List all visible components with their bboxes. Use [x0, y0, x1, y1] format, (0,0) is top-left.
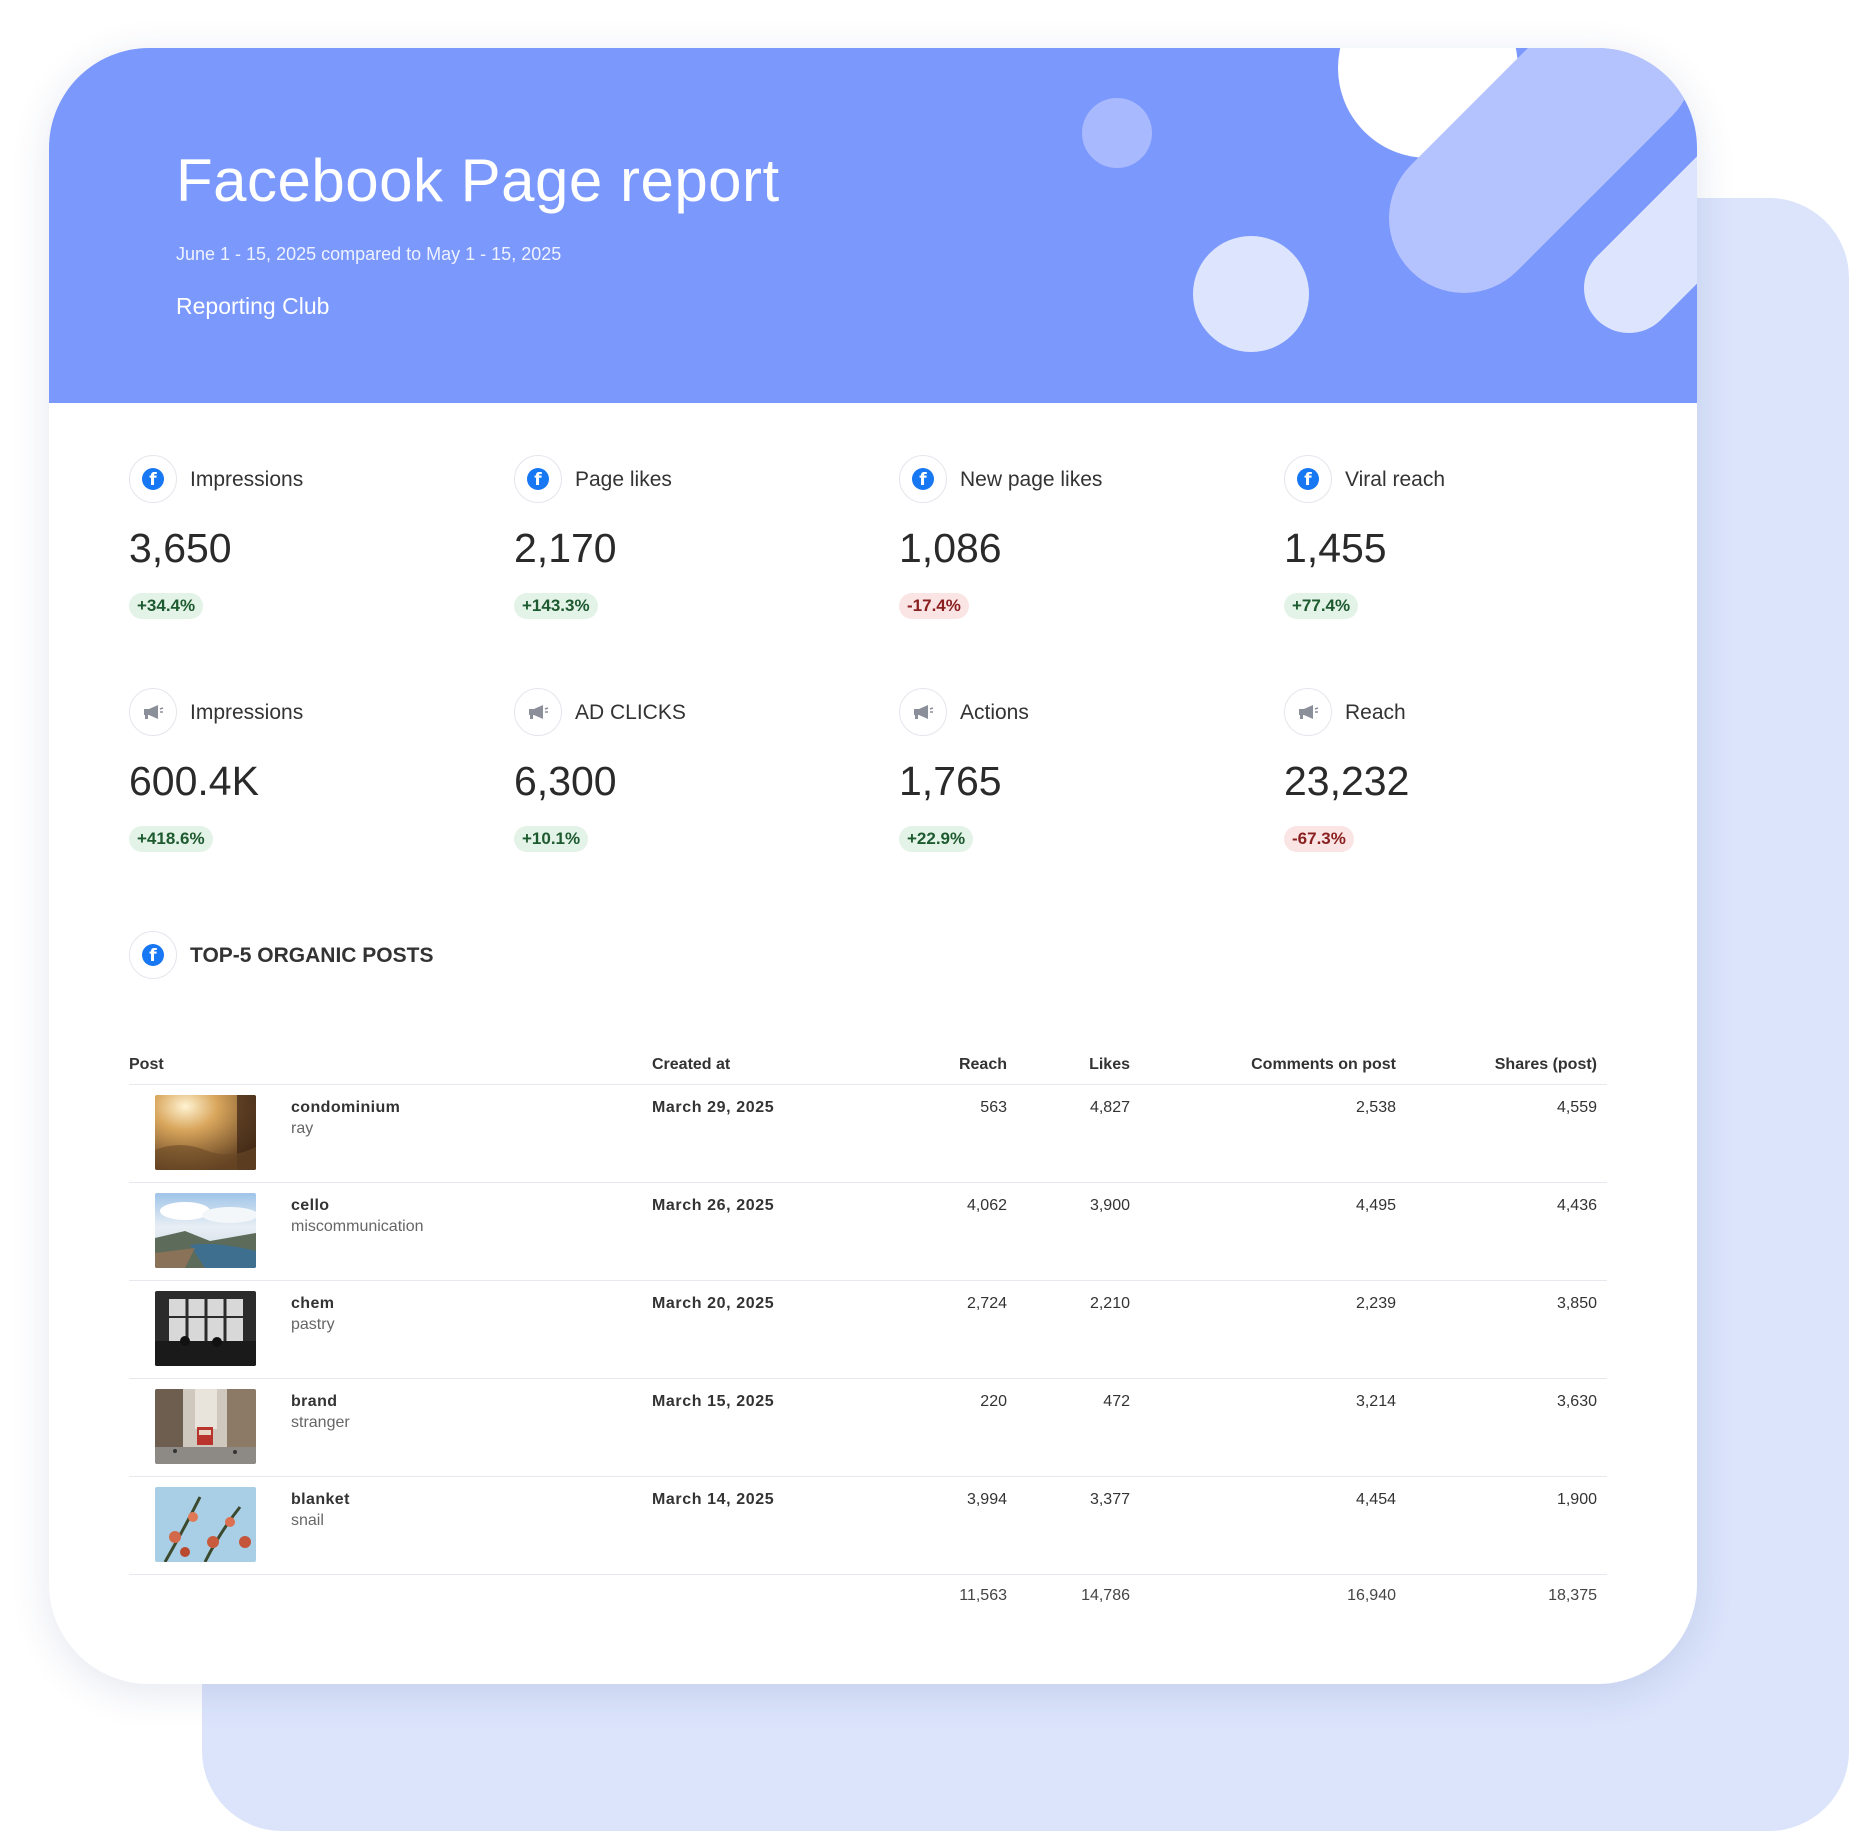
metric-change-badge: -17.4% [899, 593, 969, 619]
post-shares: 3,850 [1556, 1295, 1597, 1312]
post-comments: 2,538 [1355, 1099, 1396, 1116]
post-shares: 4,559 [1556, 1099, 1597, 1116]
table-totals-row: 11,563 14,786 16,940 18,375 [129, 1575, 1607, 1615]
total-comments: 16,940 [1347, 1587, 1396, 1604]
post-created-date: March 15, 2025 [652, 1393, 775, 1410]
facebook-icon: f [129, 931, 177, 979]
post-title: cello [291, 1197, 330, 1214]
post-reach: 3,994 [966, 1491, 1007, 1508]
post-subtitle: miscommunication [291, 1218, 424, 1235]
post-thumbnail[interactable] [155, 1193, 256, 1268]
metric-value: 600.4K [129, 758, 259, 804]
facebook-icon: f [899, 455, 947, 503]
metric-value: 2,170 [514, 525, 617, 571]
post-reach: 220 [980, 1393, 1007, 1410]
megaphone-icon [129, 688, 177, 736]
post-comments: 3,214 [1355, 1393, 1396, 1410]
megaphone-icon [899, 688, 947, 736]
report-title: Facebook Page report [176, 147, 780, 214]
metric-value: 23,232 [1284, 758, 1410, 804]
metric-change-badge: -67.3% [1284, 826, 1354, 852]
table-row[interactable]: condominium ray March 29, 2025 563 4,827… [129, 1085, 1607, 1183]
metric-label: Impressions [190, 701, 304, 724]
post-thumbnail[interactable] [155, 1487, 256, 1562]
post-comments: 4,454 [1355, 1491, 1396, 1508]
post-comments: 2,239 [1355, 1295, 1396, 1312]
metric-change-badge: +143.3% [514, 593, 598, 619]
post-title: chem [291, 1295, 335, 1312]
total-reach: 11,563 [959, 1587, 1007, 1604]
post-shares: 4,436 [1556, 1197, 1597, 1214]
column-header-comments: Comments on post [1251, 1056, 1396, 1073]
metric-label: New page likes [960, 468, 1103, 491]
metric-label: Actions [960, 701, 1029, 724]
post-title: brand [291, 1393, 338, 1410]
megaphone-icon [1284, 688, 1332, 736]
metric-value: 6,300 [514, 758, 617, 804]
metric-label: AD CLICKS [575, 701, 686, 724]
post-reach: 563 [980, 1099, 1007, 1116]
post-likes: 3,377 [1089, 1491, 1130, 1508]
column-header-likes: Likes [1089, 1056, 1130, 1073]
post-thumbnail[interactable] [155, 1095, 256, 1170]
facebook-icon: f [514, 455, 562, 503]
post-likes: 472 [1103, 1393, 1130, 1410]
post-subtitle: stranger [291, 1414, 350, 1431]
post-likes: 3,900 [1089, 1197, 1130, 1214]
post-comments: 4,495 [1355, 1197, 1396, 1214]
total-likes: 14,786 [1081, 1587, 1130, 1604]
post-shares: 3,630 [1556, 1393, 1597, 1410]
post-likes: 4,827 [1089, 1099, 1130, 1116]
section-title: TOP-5 ORGANIC POSTS [190, 944, 434, 967]
date-range: June 1 - 15, 2025 compared to May 1 - 15… [176, 244, 562, 264]
metric-change-badge: +418.6% [129, 826, 213, 852]
metric-label: Reach [1345, 701, 1406, 724]
facebook-icon: f [1284, 455, 1332, 503]
table-row[interactable]: chem pastry March 20, 2025 2,724 2,210 2… [129, 1281, 1607, 1379]
table-row[interactable]: blanket snail March 14, 2025 3,994 3,377… [129, 1477, 1607, 1575]
metric-value: 3,650 [129, 525, 232, 571]
post-reach: 4,062 [966, 1197, 1007, 1214]
top-posts-table: Post Created at Reach Likes Comments on … [129, 1048, 1607, 1615]
post-created-date: March 26, 2025 [652, 1197, 775, 1214]
post-title: condominium [291, 1099, 401, 1116]
post-created-date: March 20, 2025 [652, 1295, 775, 1312]
post-subtitle: pastry [291, 1316, 335, 1333]
post-created-date: March 29, 2025 [652, 1099, 775, 1116]
report-header: Facebook Page report June 1 - 15, 2025 c… [49, 48, 1697, 403]
metric-label: Impressions [190, 468, 304, 491]
metric-label: Viral reach [1345, 468, 1445, 491]
post-subtitle: ray [291, 1120, 314, 1137]
organization-name: Reporting Club [176, 293, 330, 319]
post-created-date: March 14, 2025 [652, 1491, 775, 1508]
metric-change-badge: +77.4% [1284, 593, 1359, 619]
post-thumbnail[interactable] [155, 1291, 256, 1366]
table-header: Post Created at Reach Likes Comments on … [129, 1048, 1607, 1085]
post-subtitle: snail [291, 1512, 324, 1529]
megaphone-icon [514, 688, 562, 736]
facebook-icon: f [129, 455, 177, 503]
table-row[interactable]: brand stranger March 15, 2025 220 472 3,… [129, 1379, 1607, 1477]
header-decoration [1082, 48, 1697, 352]
post-thumbnail[interactable] [155, 1389, 256, 1464]
post-likes: 2,210 [1089, 1295, 1130, 1312]
report-card: Facebook Page report June 1 - 15, 2025 c… [49, 48, 1697, 1684]
column-header-created: Created at [652, 1056, 731, 1073]
column-header-post: Post [129, 1056, 164, 1073]
post-shares: 1,900 [1556, 1491, 1597, 1508]
post-title: blanket [291, 1491, 350, 1508]
table-row[interactable]: cello miscommunication March 26, 2025 4,… [129, 1183, 1607, 1281]
column-header-reach: Reach [958, 1056, 1007, 1073]
column-header-shares: Shares (post) [1494, 1056, 1597, 1073]
metric-value: 1,086 [899, 525, 1002, 571]
metric-label: Page likes [575, 468, 672, 491]
post-reach: 2,724 [966, 1295, 1007, 1312]
metric-change-badge: +10.1% [514, 826, 589, 852]
total-shares: 18,375 [1548, 1587, 1597, 1604]
metric-change-badge: +22.9% [899, 826, 974, 852]
metric-value: 1,455 [1284, 525, 1387, 571]
metric-change-badge: +34.4% [129, 593, 204, 619]
metric-value: 1,765 [899, 758, 1002, 804]
